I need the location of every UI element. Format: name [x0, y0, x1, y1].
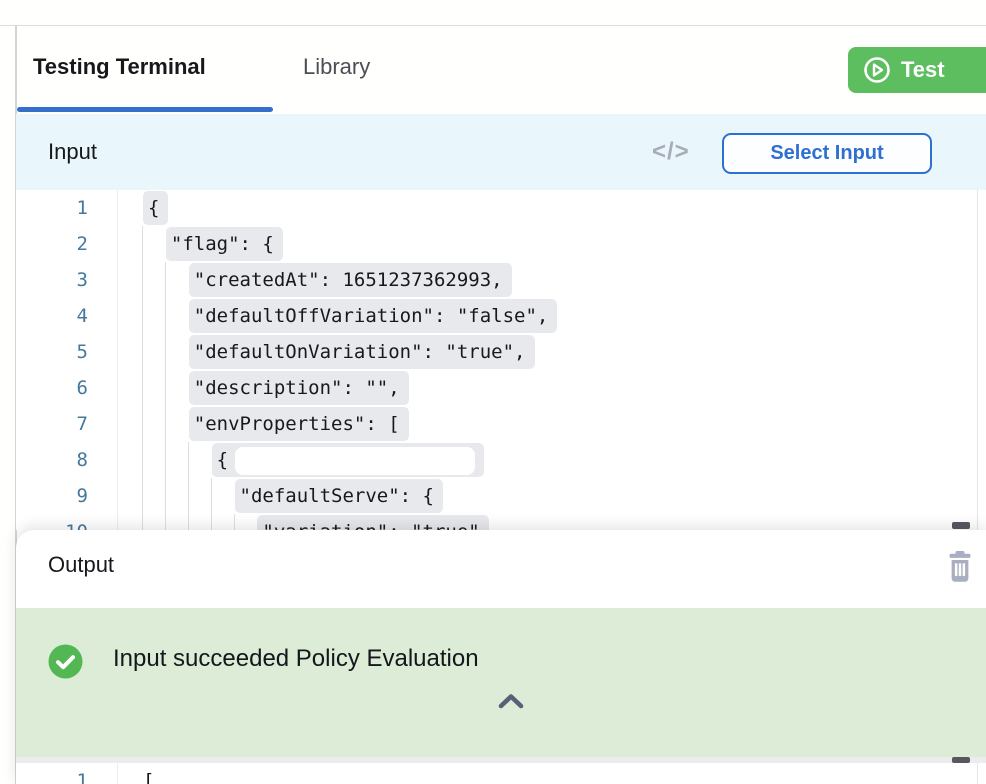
check-circle-icon [48, 644, 83, 679]
code-token: "envProperties": [ [189, 407, 409, 441]
line-number: 1 [16, 190, 88, 226]
code-line: 3 "createdAt": 1651237362993, [16, 262, 986, 298]
select-input-button[interactable]: Select Input [722, 133, 932, 174]
editor-scrollbar-thumb[interactable] [952, 522, 970, 529]
indent-guide [142, 226, 143, 530]
code-line: 7 "envProperties": [ [16, 406, 986, 442]
line-number: 1 [16, 763, 88, 784]
gutter-divider [117, 763, 118, 784]
line-number: 10 [16, 514, 88, 530]
testing-terminal-screen: Testing Terminal Library Test Input </> … [0, 0, 986, 784]
code-token: "defaultOnVariation": "true", [189, 335, 535, 369]
code-token: "defaultOffVariation": "false", [189, 299, 558, 333]
input-code-lines: 1{2 "flag": {3 "createdAt": 165123736299… [16, 190, 986, 530]
line-number: 6 [16, 370, 88, 406]
code-text: "description": "", [88, 370, 409, 406]
line-number: 3 [16, 262, 88, 298]
indent-guide [211, 478, 212, 530]
line-number: 7 [16, 406, 88, 442]
input-section-title: Input [48, 139, 97, 165]
code-text: "envProperties": [ [88, 406, 409, 442]
indent-guide [234, 514, 235, 530]
code-line: 2 "flag": { [16, 226, 986, 262]
code-token: "description": "", [189, 371, 409, 405]
code-token: "createdAt": 1651237362993, [189, 263, 512, 297]
output-panel: Output Input succeeded Policy Evaluation [16, 530, 986, 784]
line-number: 5 [16, 334, 88, 370]
code-line: 4 "defaultOffVariation": "false", [16, 298, 986, 334]
inline-placeholder-box [235, 447, 475, 475]
editor-scrollbar-track [977, 763, 978, 784]
test-button[interactable]: Test [848, 47, 986, 93]
panel-top-border [0, 25, 986, 26]
gutter-divider [117, 190, 118, 530]
line-number: 2 [16, 226, 88, 262]
code-line: 6 "description": "", [16, 370, 986, 406]
code-line: 5 "defaultOnVariation": "true", [16, 334, 986, 370]
code-text: { [88, 190, 168, 226]
code-token: "variation": "true" [257, 515, 488, 530]
output-code-editor[interactable]: 1[ [16, 763, 986, 784]
line-number: 4 [16, 298, 88, 334]
code-token: [ [143, 770, 154, 784]
code-line: 8 { [16, 442, 986, 478]
test-button-label: Test [901, 57, 945, 83]
code-line: 1{ [16, 190, 986, 226]
code-line: 10 "variation": "true" [16, 514, 986, 530]
code-line: 9 "defaultServe": { [16, 478, 986, 514]
indent-guide [165, 262, 166, 530]
indent-guide [188, 442, 189, 530]
play-circle-icon [863, 56, 891, 84]
line-number: 9 [16, 478, 88, 514]
success-message: Input succeeded Policy Evaluation [113, 645, 479, 673]
input-section-header: Input </> Select Input [16, 114, 986, 190]
code-icon[interactable]: </> [652, 138, 690, 166]
code-token: { [143, 191, 168, 225]
code-token: "defaultServe": { [235, 479, 443, 513]
active-tab-underline [17, 107, 273, 112]
code-text: { [88, 442, 484, 478]
input-code-editor[interactable]: 1{2 "flag": {3 "createdAt": 165123736299… [16, 190, 986, 530]
code-text: "variation": "true" [88, 514, 489, 530]
tab-library[interactable]: Library [303, 54, 370, 80]
output-section-title: Output [48, 552, 114, 578]
line-number: 8 [16, 442, 88, 478]
code-text: "defaultOffVariation": "false", [88, 298, 557, 334]
editor-scrollbar-track[interactable] [977, 190, 978, 530]
code-token: { [212, 443, 484, 477]
code-text: "defaultOnVariation": "true", [88, 334, 535, 370]
output-code-lines: 1[ [16, 763, 986, 784]
tab-testing-terminal[interactable]: Testing Terminal [33, 54, 206, 80]
success-banner: Input succeeded Policy Evaluation [16, 608, 986, 757]
code-text: "createdAt": 1651237362993, [88, 262, 512, 298]
code-token: "flag": { [166, 227, 283, 261]
trash-icon[interactable] [942, 549, 978, 585]
code-line: 1[ [16, 763, 986, 784]
chevron-up-icon[interactable] [494, 690, 528, 714]
code-text: [ [88, 763, 154, 784]
